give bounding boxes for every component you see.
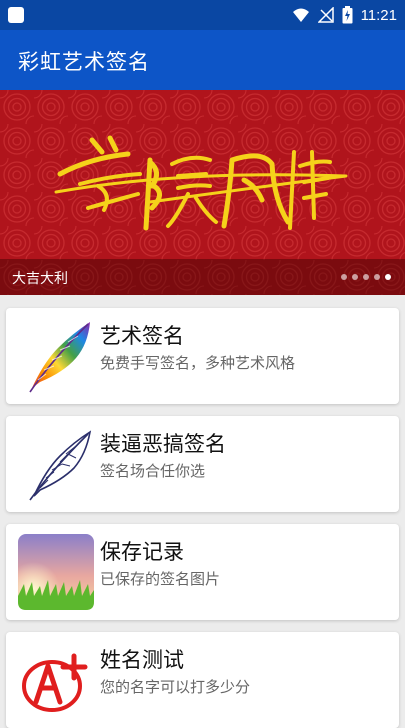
- carousel-dot[interactable]: [352, 274, 358, 280]
- banner-carousel[interactable]: 大吉大利: [0, 90, 405, 295]
- card-subtitle: 您的名字可以打多少分: [100, 678, 251, 696]
- card-subtitle: 免费手写签名，多种艺术风格: [100, 354, 296, 372]
- carousel-dot[interactable]: [341, 274, 347, 280]
- wifi-icon: [292, 8, 309, 22]
- a-plus-grade-icon: [22, 653, 88, 712]
- status-bar: 11:21: [0, 0, 405, 30]
- notification-icon: [8, 7, 24, 23]
- sunset-grass-icon: [18, 534, 94, 610]
- banner-caption-bar: 大吉大利: [0, 259, 405, 295]
- app-bar: 彩虹艺术签名: [0, 30, 405, 90]
- banner-caption: 大吉大利: [12, 271, 68, 287]
- app-title: 彩虹艺术签名: [18, 50, 150, 74]
- carousel-indicator[interactable]: [341, 274, 391, 280]
- carousel-dot[interactable]: [374, 274, 380, 280]
- no-signal-icon: [317, 7, 334, 23]
- carousel-dot[interactable]: [385, 274, 391, 280]
- carousel-dot[interactable]: [363, 274, 369, 280]
- status-right-group: 11:21: [292, 5, 397, 25]
- card-subtitle: 已保存的签名图片: [100, 570, 221, 588]
- card-title: 保存记录: [100, 540, 184, 564]
- card-name-test[interactable]: 姓名测试 您的名字可以打多少分: [6, 632, 399, 728]
- card-saved-records[interactable]: 保存记录 已保存的签名图片: [6, 524, 399, 620]
- rainbow-feather-icon: [29, 322, 90, 393]
- card-title: 装逼恶搞签名: [100, 432, 226, 456]
- card-title: 艺术签名: [100, 324, 184, 348]
- card-subtitle: 签名场合任你选: [100, 462, 206, 480]
- battery-charging-icon: [342, 6, 353, 24]
- card-prank-signature[interactable]: 装逼恶搞签名 签名场合任你选: [6, 416, 399, 512]
- card-art-signature[interactable]: 艺术签名 免费手写签名，多种艺术风格: [6, 308, 399, 404]
- card-title: 姓名测试: [100, 648, 184, 672]
- status-time: 11:21: [360, 6, 397, 24]
- feather-quill-icon: [29, 430, 92, 501]
